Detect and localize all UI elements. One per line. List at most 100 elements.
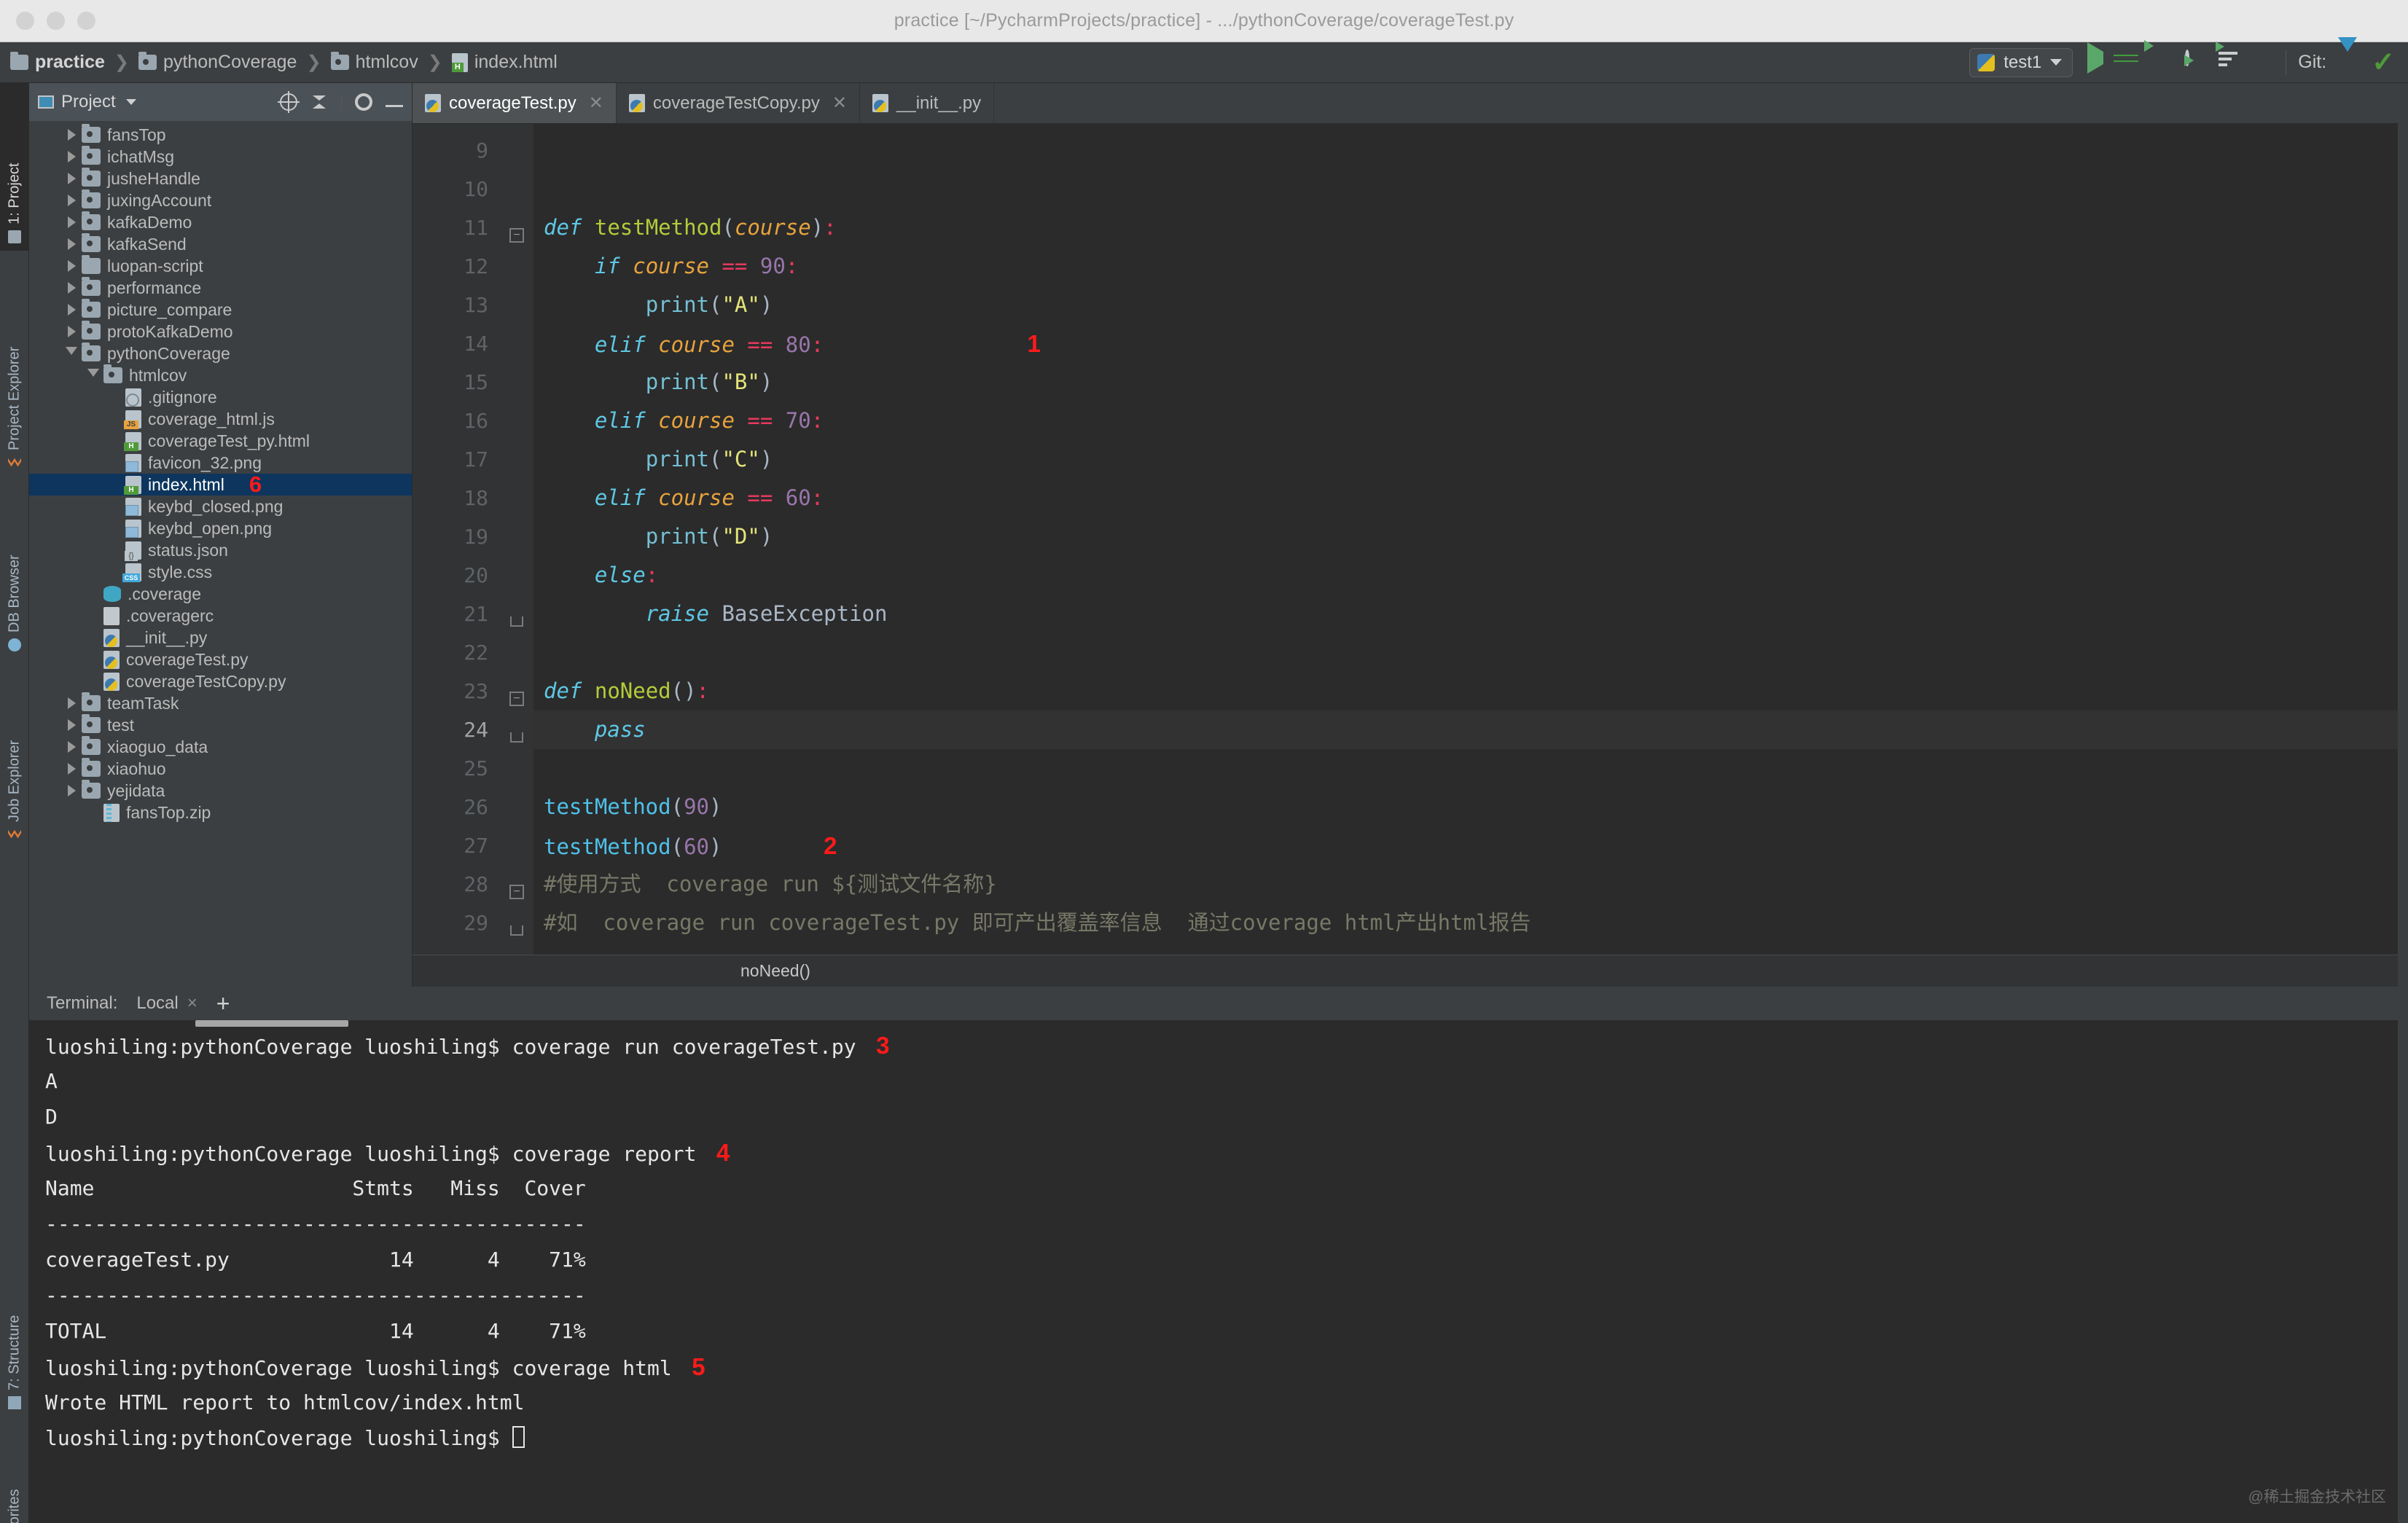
chevron-right-icon[interactable]	[67, 719, 76, 731]
fold-marker-icon[interactable]: −	[509, 227, 524, 243]
editor-tab[interactable]: __init__.py	[860, 83, 995, 123]
tree-item[interactable]: .coveragerc	[29, 605, 412, 627]
tree-item-selected[interactable]: index.html 6	[29, 471, 412, 497]
editor-breadcrumb[interactable]: noNeed()	[413, 955, 2398, 987]
fold-end-icon[interactable]	[510, 616, 523, 627]
tree-item[interactable]: protoKafkaDemo	[29, 321, 412, 342]
chevron-right-icon[interactable]	[67, 282, 76, 294]
sidebar-tab-db-browser[interactable]: DB Browser	[0, 484, 29, 659]
tree-item[interactable]: test	[29, 714, 412, 736]
git-update-icon[interactable]	[2338, 36, 2360, 74]
tree-item[interactable]: xiaoguo_data	[29, 736, 412, 758]
tree-item[interactable]: htmlcov	[29, 364, 412, 386]
project-tree[interactable]: fansTop ichatMsg jusheHandle juxingAccount k…	[29, 121, 412, 987]
sidebar-tab-structure[interactable]: 7: Structure	[0, 1249, 29, 1417]
fold-end-icon[interactable]	[510, 925, 523, 936]
sidebar-tab-job-explorer[interactable]: Job Explorer	[0, 666, 29, 848]
terminal-tab-local[interactable]: Local ×	[136, 993, 197, 1014]
chevron-right-icon[interactable]	[67, 195, 76, 206]
chevron-right-icon[interactable]	[67, 326, 76, 337]
chevron-right-icon[interactable]	[67, 741, 76, 753]
tree-item[interactable]: .coverage	[29, 583, 412, 605]
breadcrumb-item-htmlcov[interactable]: htmlcov	[330, 52, 418, 73]
collapse-all-icon[interactable]	[310, 93, 328, 111]
tree-item-label: __init__.py	[126, 627, 208, 647]
git-commit-icon[interactable]: ✓	[2372, 49, 2395, 77]
tree-item[interactable]: yejidata	[29, 780, 412, 802]
chevron-down-icon[interactable]	[125, 99, 136, 105]
tree-item[interactable]: teamTask	[29, 692, 412, 714]
coverage-icon[interactable]	[2151, 52, 2173, 74]
tree-item[interactable]: keybd_closed.png	[29, 496, 412, 517]
tree-item[interactable]: favicon_32.png	[29, 452, 412, 474]
terminal-output[interactable]: luoshiling:pythonCoverage luoshiling$ co…	[29, 1020, 2398, 1523]
tree-item[interactable]: coverageTest_py.html	[29, 430, 412, 452]
editor-tab[interactable]: coverageTestCopy.py ✕	[617, 83, 860, 123]
chevron-right-icon[interactable]	[67, 763, 76, 775]
run-with-console-icon[interactable]	[2219, 51, 2240, 74]
sidebar-tab-favorites[interactable]: ★ 2: Favorites	[0, 1424, 29, 1523]
chevron-right-icon[interactable]	[67, 129, 76, 141]
tree-item-label: yejidata	[107, 780, 165, 800]
tree-item[interactable]: kafkaDemo	[29, 211, 412, 233]
fold-gutter[interactable]: − − −	[500, 124, 533, 955]
locate-icon[interactable]	[278, 91, 300, 113]
tree-item[interactable]: style.css	[29, 561, 412, 583]
breadcrumb-item-index-html[interactable]: index.html	[451, 52, 558, 73]
sidebar-tab-project-explorer[interactable]: Project Explorer	[0, 258, 29, 477]
close-icon[interactable]: ✕	[589, 93, 603, 114]
close-icon[interactable]: ×	[187, 993, 198, 1014]
tree-item[interactable]: coverage_html.js	[29, 408, 412, 430]
profile-icon[interactable]	[2185, 49, 2207, 74]
chevron-right-icon[interactable]	[67, 238, 76, 250]
hide-icon[interactable]	[386, 105, 403, 107]
run-icon[interactable]	[2084, 42, 2106, 74]
tree-item[interactable]: fansTop	[29, 124, 412, 146]
chevron-right-icon[interactable]	[67, 304, 76, 316]
tree-item[interactable]: picture_compare	[29, 299, 412, 321]
tree-item[interactable]: .gitignore	[29, 386, 412, 408]
tree-item[interactable]: juxingAccount	[29, 189, 412, 211]
tree-item[interactable]: keybd_open.png	[29, 517, 412, 539]
sidebar-tab-project[interactable]: 1: Project	[0, 83, 29, 251]
code-content[interactable]: def testMethod(course): if course == 90:…	[533, 124, 2398, 955]
tree-item[interactable]: coverageTest.py	[29, 649, 412, 670]
tree-item[interactable]: xiaohuo	[29, 758, 412, 780]
tree-item[interactable]: status.json	[29, 539, 412, 561]
tree-item[interactable]: luopan-script	[29, 255, 412, 277]
editor-tab[interactable]: coverageTest.py ✕	[413, 83, 617, 123]
run-configuration-selector[interactable]: test1	[1969, 47, 2073, 77]
tree-item[interactable]: jusheHandle	[29, 168, 412, 189]
tree-item[interactable]: __init__.py	[29, 627, 412, 649]
tree-item[interactable]: pythonCoverage	[29, 342, 412, 364]
settings-gear-icon[interactable]	[355, 93, 372, 111]
chevron-right-icon[interactable]	[67, 151, 76, 163]
tree-item[interactable]: performance	[29, 277, 412, 299]
tree-item-label: juxingAccount	[107, 190, 212, 210]
fold-end-icon[interactable]	[510, 732, 523, 743]
debug-icon[interactable]	[2118, 52, 2140, 74]
fold-marker-icon[interactable]: −	[509, 884, 524, 899]
terminal-scrollbar[interactable]	[195, 1020, 348, 1027]
new-terminal-button[interactable]: +	[216, 992, 230, 1015]
close-icon[interactable]: ✕	[832, 93, 847, 114]
code-editor[interactable]: 9 10 11 12 13 14 15 16 17 18 19 20 21 22 23 24 25 26 27 28 2…	[413, 124, 2398, 955]
tree-item[interactable]: ichatMsg	[29, 146, 412, 168]
breadcrumb-item-practice[interactable]: practice	[10, 52, 105, 73]
tree-item[interactable]: kafkaSend	[29, 233, 412, 255]
chevron-down-icon[interactable]	[87, 368, 99, 383]
tree-item[interactable]: coverageTestCopy.py	[29, 670, 412, 692]
chevron-right-icon[interactable]	[67, 785, 76, 796]
chevron-right-icon[interactable]	[67, 697, 76, 709]
fold-marker-icon[interactable]: −	[509, 691, 524, 706]
breadcrumb-item-pythoncoverage[interactable]: pythonCoverage	[138, 52, 297, 73]
chevron-right-icon[interactable]	[67, 173, 76, 184]
chevron-right-icon[interactable]	[67, 216, 76, 228]
chevron-down-icon[interactable]	[66, 346, 77, 361]
editor-breadcrumb-label: noNeed()	[740, 961, 810, 980]
chevron-right-icon[interactable]	[67, 260, 76, 272]
editor-tab-bar[interactable]: coverageTest.py ✕ coverageTestCopy.py ✕ __in…	[413, 83, 2398, 124]
tree-item[interactable]: fansTop.zip	[29, 802, 412, 823]
plain-file-icon	[103, 606, 120, 625]
left-tool-strip: 1: Project Project Explorer DB Browser J…	[0, 83, 29, 1523]
